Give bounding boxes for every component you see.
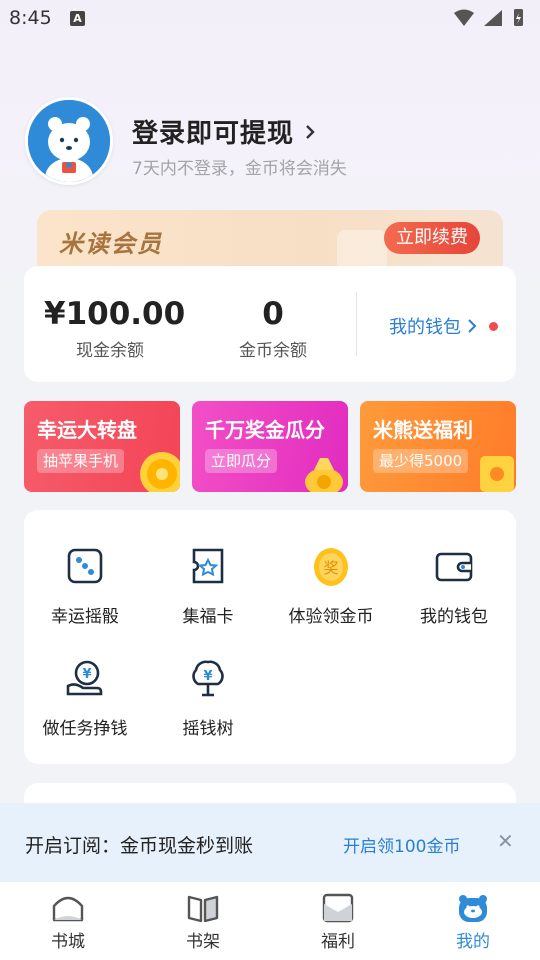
feature-label: 摇钱树	[182, 719, 234, 739]
dice-icon	[67, 548, 103, 584]
feature-lucky-dice[interactable]: 幸运摇骰	[24, 546, 146, 627]
feature-label: 幸运摇骰	[51, 607, 119, 627]
tab-welfare[interactable]: 福利	[293, 892, 383, 952]
cash-label: 现金余额	[76, 341, 144, 361]
tab-label: 书城	[51, 932, 85, 952]
vip-banner[interactable]: 米读会员 立即续费	[37, 210, 503, 274]
status-bar: 8:45 A	[0, 0, 540, 36]
wallet-card: ¥100.00 现金余额 0 金币余额 我的钱包	[24, 266, 516, 382]
tab-bookstore[interactable]: 书城	[23, 892, 113, 952]
bottom-tab-bar: 书城 书架 福利 我的	[0, 882, 540, 960]
tab-profile[interactable]: 我的	[428, 892, 518, 952]
promo-tag: 立即瓜分	[205, 449, 278, 473]
red-envelope-icon	[480, 456, 514, 492]
subscribe-bar: 开启订阅：金币现金秒到账 开启领100金币 ✕	[0, 803, 540, 882]
promo-title: 米熊送福利	[373, 418, 473, 442]
promo-tag: 抽苹果手机	[37, 449, 125, 473]
money-bag-icon	[305, 458, 343, 492]
promo-bear-welfare[interactable]: 米熊送福利 最少得5000	[360, 401, 516, 492]
status-time: 8:45	[9, 7, 52, 29]
close-icon[interactable]: ✕	[497, 831, 514, 851]
signal-icon	[484, 10, 502, 26]
tab-label: 我的	[456, 932, 490, 952]
divider	[356, 292, 357, 356]
vip-title: 米读会员	[59, 230, 163, 258]
tab-label: 书架	[186, 932, 220, 952]
feature-trial-coins[interactable]: 奖 体验领金币	[270, 546, 392, 627]
notification-a-icon: A	[70, 11, 85, 26]
coin-value: 0	[262, 296, 284, 332]
svg-text:¥: ¥	[82, 667, 91, 682]
coin-balance[interactable]: 0 金币余额	[224, 296, 322, 361]
gold-egg-icon: 奖	[314, 548, 348, 586]
promo-bonus-share[interactable]: 千万奖金瓜分 立即瓜分	[192, 401, 348, 492]
login-prompt[interactable]: 登录即可提现	[132, 113, 316, 150]
promo-title: 千万奖金瓜分	[205, 418, 325, 442]
feature-label: 集福卡	[182, 607, 234, 627]
notification-dot	[489, 321, 498, 331]
tab-label: 福利	[321, 932, 355, 952]
cash-value: ¥100.00	[44, 296, 186, 332]
welfare-icon	[322, 893, 354, 923]
promo-lucky-wheel[interactable]: 幸运大转盘 抽苹果手机	[24, 401, 180, 492]
login-title: 登录即可提现	[132, 119, 295, 149]
feature-tasks-earn[interactable]: ¥ 做任务挣钱	[24, 658, 146, 739]
my-wallet-link[interactable]: 我的钱包	[389, 313, 498, 339]
avatar[interactable]	[25, 97, 113, 185]
feature-label: 我的钱包	[420, 607, 488, 627]
feature-fortune-card[interactable]: 集福卡	[147, 546, 269, 627]
promo-tag: 最少得5000	[373, 449, 469, 473]
cash-balance[interactable]: ¥100.00 现金余额	[44, 296, 186, 361]
chevron-right-icon	[468, 319, 477, 333]
profile-bear-icon	[459, 895, 487, 922]
bookshelf-icon	[187, 895, 219, 923]
my-wallet-label: 我的钱包	[389, 317, 461, 338]
vip-renew-button[interactable]: 立即续费	[384, 222, 480, 254]
profile-header[interactable]: 登录即可提现 7天内不登录，金币将会消失	[25, 97, 515, 187]
feature-grid: 幸运摇骰 集福卡 奖 体验领金币 我的钱包 ¥ 做任务挣钱 ¥ 摇钱树	[24, 510, 516, 764]
wifi-icon	[454, 9, 474, 26]
bookstore-icon	[52, 896, 84, 922]
subscribe-text: 开启订阅：金币现金秒到账	[25, 835, 254, 857]
chevron-right-icon	[306, 124, 315, 139]
subscribe-link[interactable]: 开启领100金币	[343, 832, 460, 857]
coin-label: 金币余额	[239, 341, 307, 361]
status-icons	[454, 9, 523, 26]
promo-title: 幸运大转盘	[37, 418, 137, 442]
egg-icon-text: 奖	[323, 559, 338, 577]
money-tree-icon: ¥	[192, 660, 224, 697]
bear-avatar-icon	[28, 100, 110, 182]
gold-coin-wheel-icon	[140, 452, 180, 492]
login-hint: 7天内不登录，金币将会消失	[132, 159, 347, 179]
feature-my-wallet[interactable]: 我的钱包	[393, 546, 515, 627]
fortune-card-icon	[192, 548, 224, 584]
feature-label: 做任务挣钱	[42, 719, 128, 739]
tab-bookshelf[interactable]: 书架	[158, 892, 248, 952]
wallet-icon	[435, 552, 473, 582]
feature-money-tree[interactable]: ¥ 摇钱树	[147, 658, 269, 739]
task-money-icon: ¥	[66, 660, 103, 696]
feature-label: 体验领金币	[288, 607, 374, 627]
svg-text:¥: ¥	[203, 669, 212, 684]
